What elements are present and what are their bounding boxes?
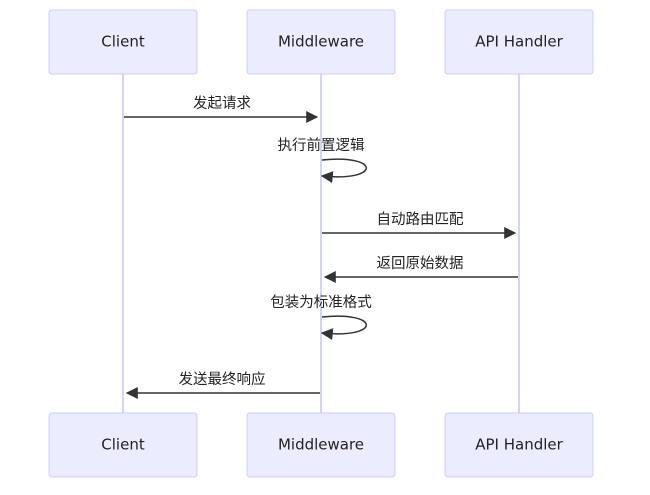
actor-client-bottom: Client xyxy=(48,412,198,478)
message-4: 返回原始数据 xyxy=(323,255,518,283)
message-label: 执行前置逻辑 xyxy=(278,137,365,154)
message-label: 包装为标准格式 xyxy=(270,294,372,311)
message-6: 发送最终响应 xyxy=(125,370,320,399)
message-label: 自动路由匹配 xyxy=(377,211,464,228)
message-1: 发起请求 xyxy=(124,95,319,123)
actor-label: Client xyxy=(101,436,145,454)
message-label: 返回原始数据 xyxy=(377,255,464,272)
self-message-arrow xyxy=(320,158,367,184)
actor-label: Middleware xyxy=(278,33,364,51)
actor-api-bottom: API Handler xyxy=(444,412,594,478)
message-3: 自动路由匹配 xyxy=(322,211,517,239)
actor-label: Client xyxy=(101,33,145,51)
actor-label: API Handler xyxy=(475,33,563,51)
actor-client-top: Client xyxy=(48,9,198,75)
actor-api-top: API Handler xyxy=(444,9,594,75)
sequence-diagram: Client Client Middleware Middleware API Hand… xyxy=(48,9,594,478)
actor-label: API Handler xyxy=(475,436,563,454)
self-message-arrow xyxy=(320,315,367,341)
actor-middleware-top: Middleware xyxy=(246,9,396,75)
message-label: 发送最终响应 xyxy=(179,370,266,388)
message-label: 发起请求 xyxy=(193,95,251,112)
actor-label: Middleware xyxy=(278,436,364,454)
actor-middleware-bottom: Middleware xyxy=(246,412,396,478)
